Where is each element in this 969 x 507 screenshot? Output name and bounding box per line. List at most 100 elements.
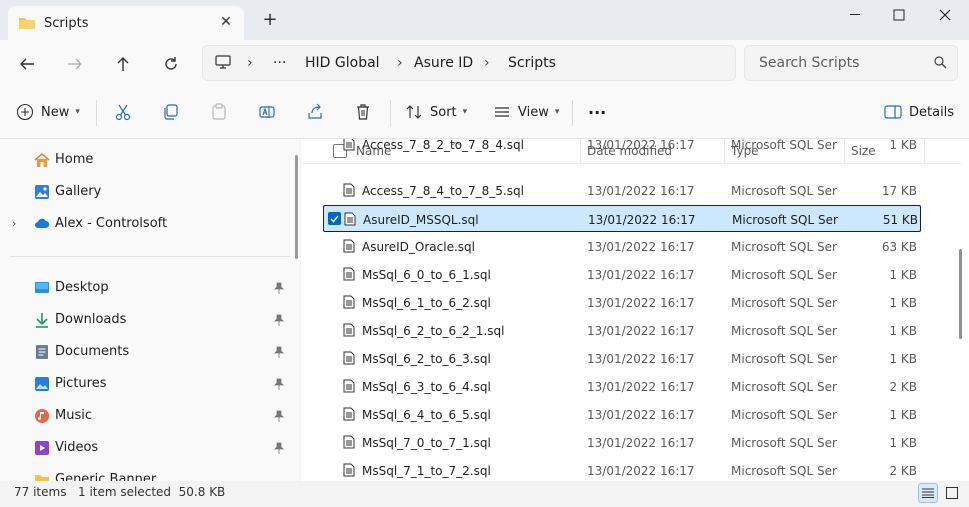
- row-checkbox[interactable]: [328, 212, 341, 225]
- sidebar-item-videos[interactable]: Videos: [0, 434, 290, 462]
- table-row[interactable]: MsSql_7_0_to_7_1.sql 13/01/2022 16:17 Micr…: [323, 429, 921, 456]
- table-row[interactable]: AsureID_MSSQL.sql 13/01/2022 16:17 Microso…: [323, 205, 921, 232]
- chevron-right-icon[interactable]: ›: [12, 217, 16, 230]
- table-row[interactable]: MsSql_6_3_to_6_4.sql 13/01/2022 16:17 Micr…: [323, 373, 921, 400]
- arrow-up-icon: [117, 57, 129, 71]
- sidebar-item-label: Alex - Controlsoft: [55, 216, 168, 231]
- pin-icon[interactable]: [274, 410, 284, 426]
- file-size: 1 KB: [889, 139, 917, 152]
- breadcrumb-overflow[interactable]: ···: [273, 55, 286, 71]
- more-options-button[interactable]: ···: [588, 100, 606, 124]
- close-tab-icon[interactable]: ✕: [218, 14, 234, 30]
- sidebar-divider: [10, 256, 290, 257]
- search-input[interactable]: Search Scripts: [759, 55, 859, 71]
- table-row[interactable]: MsSql_7_1_to_7_2.sql 13/01/2022 16:17 Micr…: [323, 457, 921, 481]
- chevron-down-icon: ▾: [75, 107, 80, 117]
- sidebar-item-music[interactable]: Music: [0, 402, 290, 430]
- file-date: 13/01/2022 16:17: [587, 324, 695, 338]
- sidebar-scrollbar[interactable]: [295, 155, 298, 259]
- search-box[interactable]: Search Scripts: [744, 45, 958, 81]
- view-list-icon: [495, 107, 509, 117]
- navigation-pane: Home Gallery › Alex - Controlsoft Deskto…: [0, 139, 300, 481]
- sidebar-item-downloads[interactable]: Downloads: [0, 306, 290, 334]
- file-date: 13/01/2022 16:17: [587, 268, 695, 282]
- address-bar[interactable]: › ··· HID Global › Asure ID › Scripts: [202, 45, 736, 81]
- up-button[interactable]: [112, 53, 134, 75]
- sql-file-icon: [343, 239, 355, 256]
- file-type: Microsoft SQL Server Query File: [731, 268, 837, 282]
- table-row[interactable]: MsSql_6_0_to_6_1.sql 13/01/2022 16:17 Micr…: [323, 261, 921, 288]
- sidebar-item-home[interactable]: Home: [0, 146, 290, 174]
- share-icon: [308, 103, 322, 119]
- sidebar-item-pictures[interactable]: Pictures: [0, 370, 290, 398]
- list-scrollbar[interactable]: [959, 249, 962, 339]
- refresh-icon: [165, 57, 177, 70]
- table-row[interactable]: Access_7_8_2_to_7_8_4.sql 13/01/2022 16:1…: [323, 139, 921, 158]
- title-bar: Scripts ✕ +: [0, 0, 969, 40]
- breadcrumb-asure-id[interactable]: Asure ID: [414, 55, 473, 71]
- refresh-button[interactable]: [160, 53, 182, 75]
- pin-icon[interactable]: [274, 378, 284, 394]
- paste-button[interactable]: [210, 100, 228, 124]
- toolbar-divider: [390, 100, 391, 126]
- sidebar-item-label: Gallery: [55, 184, 102, 199]
- sidebar-item-label: Downloads: [55, 312, 127, 327]
- sql-file-icon: [343, 323, 355, 340]
- close-icon: [939, 9, 951, 21]
- file-size: 2 KB: [889, 380, 917, 394]
- file-type: Microsoft SQL Server Query File: [731, 380, 837, 394]
- file-size: 1 KB: [889, 296, 917, 310]
- details-view-button[interactable]: [918, 483, 938, 503]
- sidebar-item-documents[interactable]: Documents: [0, 338, 290, 366]
- sidebar-item-label: Documents: [55, 344, 130, 359]
- table-row[interactable]: MsSql_6_4_to_6_5.sql 13/01/2022 16:17 Micr…: [323, 401, 921, 428]
- column-divider[interactable]: [924, 139, 925, 163]
- breadcrumb-scripts[interactable]: Scripts: [508, 55, 556, 71]
- rename-button[interactable]: [258, 100, 276, 124]
- pin-icon[interactable]: [274, 314, 284, 330]
- view-button[interactable]: View ▾: [493, 100, 559, 124]
- file-date: 13/01/2022 16:17: [587, 296, 695, 310]
- pin-icon[interactable]: [274, 282, 284, 298]
- sidebar-item-gallery[interactable]: Gallery: [0, 178, 290, 206]
- pin-icon[interactable]: [274, 442, 284, 458]
- back-button[interactable]: [16, 53, 38, 75]
- new-tab-button[interactable]: +: [262, 11, 278, 29]
- new-button[interactable]: New ▾: [16, 100, 80, 124]
- file-type: Microsoft SQL Server Query File: [731, 324, 837, 338]
- home-icon: [34, 152, 50, 168]
- table-row[interactable]: MsSql_6_2_to_6_3.sql 13/01/2022 16:17 Micr…: [323, 345, 921, 372]
- forward-button[interactable]: [64, 53, 86, 75]
- details-pane-button[interactable]: Details: [884, 100, 954, 124]
- close-window-button[interactable]: [922, 4, 968, 26]
- delete-button[interactable]: [354, 100, 372, 124]
- cut-button[interactable]: [114, 100, 132, 124]
- file-size: 17 KB: [881, 184, 917, 198]
- table-row[interactable]: AsureID_Oracle.sql 13/01/2022 16:17 Micros…: [323, 233, 921, 260]
- command-bar: New ▾ Sort ▾ View ▾ ··· Details: [0, 86, 969, 139]
- file-name: Access_7_8_4_to_7_8_5.sql: [362, 184, 524, 198]
- sidebar-item-onedrive[interactable]: › Alex - Controlsoft: [0, 210, 290, 238]
- table-row[interactable]: Access_7_8_4_to_7_8_5.sql 13/01/2022 16:1…: [323, 177, 921, 204]
- new-label: New: [41, 104, 70, 120]
- copy-button[interactable]: [162, 100, 180, 124]
- plus-circle-icon: [16, 103, 34, 121]
- maximize-button[interactable]: [876, 4, 922, 26]
- sidebar-item-generic-banner[interactable]: Generic Banner: [0, 466, 290, 481]
- share-button[interactable]: [306, 100, 324, 124]
- file-type: Microsoft SQL Server Query File: [731, 464, 837, 478]
- tiles-view-button[interactable]: [942, 483, 962, 503]
- table-row[interactable]: MsSql_6_1_to_6_2.sql 13/01/2022 16:17 Micr…: [323, 289, 921, 316]
- file-size: 51 KB: [882, 213, 918, 227]
- minimize-button[interactable]: [832, 4, 878, 26]
- sidebar-item-desktop[interactable]: Desktop: [0, 274, 290, 302]
- sql-file-icon: [343, 435, 355, 452]
- breadcrumb-hid-global[interactable]: HID Global: [305, 55, 380, 71]
- file-date: 13/01/2022 16:17: [587, 464, 695, 478]
- pin-icon[interactable]: [274, 346, 284, 362]
- tab-scripts[interactable]: Scripts ✕: [8, 6, 244, 40]
- sort-button[interactable]: Sort ▾: [405, 100, 467, 124]
- table-row[interactable]: MsSql_6_2_to_6_2_1.sql 13/01/2022 16:17 Mi…: [323, 317, 921, 344]
- file-name: MsSql_6_4_to_6_5.sql: [362, 408, 491, 422]
- sql-file-icon: [343, 183, 355, 200]
